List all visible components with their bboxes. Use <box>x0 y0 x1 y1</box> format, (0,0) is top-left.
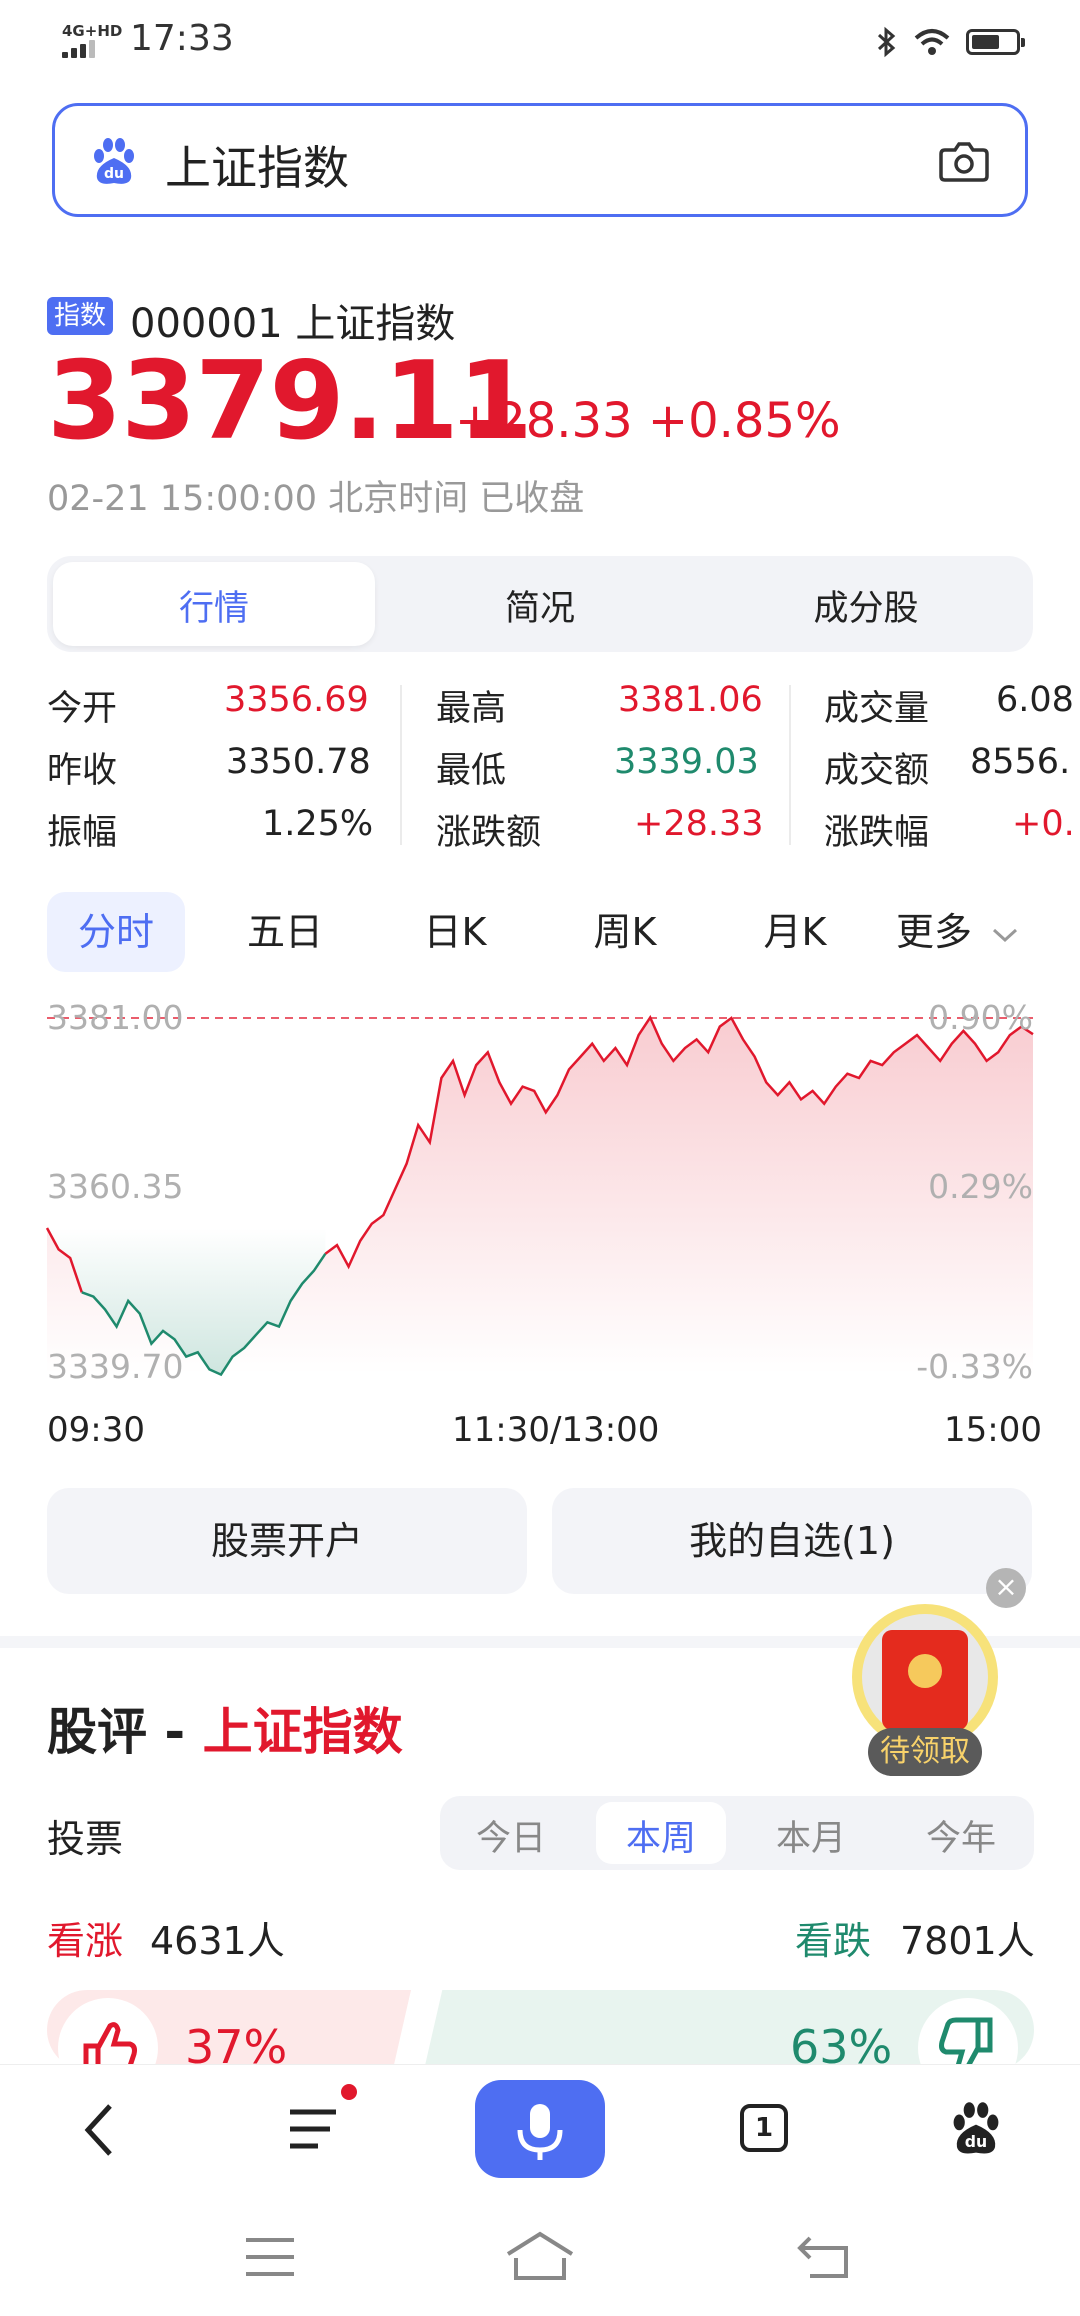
y-label-low: 3339.70 <box>47 1347 184 1386</box>
stat-label: 最高 <box>436 689 507 729</box>
stat-value: 3339.03 <box>614 742 759 782</box>
microphone-icon <box>517 2104 563 2160</box>
x-label-close: 15:00 <box>944 1410 1042 1450</box>
chart-fill <box>47 1017 1033 1375</box>
voice-search-button[interactable] <box>475 2080 605 2178</box>
signal-icon <box>62 38 106 58</box>
stat-label: 今开 <box>47 689 118 729</box>
stat-label: 最低 <box>436 751 507 791</box>
x-label-open: 09:30 <box>47 1410 145 1450</box>
section-title: 股评 - 上证指数 <box>47 1692 403 1764</box>
stat-label: 涨跌额 <box>436 813 542 853</box>
stat-label: 成交额 <box>824 751 930 791</box>
status-bar: 4G+HD 17:33 <box>0 0 1080 80</box>
period-month[interactable]: 本月 <box>746 1810 876 1861</box>
search-bar[interactable]: du 上证指数 <box>52 103 1028 217</box>
tab-quotes[interactable]: 行情 <box>53 580 375 631</box>
period-selector: 今日 本周 本月 今年 <box>440 1796 1034 1870</box>
status-icons <box>876 20 1025 64</box>
bullish-label: 看涨 <box>47 1919 124 1963</box>
stat-value: 3356.69 <box>224 680 369 720</box>
x-label-midday: 11:30/13:00 <box>452 1410 660 1450</box>
close-icon[interactable]: × <box>986 1568 1026 1608</box>
back-icon[interactable] <box>78 2100 122 2160</box>
stat-label: 振幅 <box>47 813 118 853</box>
camera-icon[interactable] <box>939 138 989 184</box>
baidu-paw-icon: du <box>94 138 134 184</box>
divider <box>400 685 402 845</box>
tab-constituents[interactable]: 成分股 <box>705 580 1027 631</box>
tab-profile[interactable]: 简况 <box>379 580 701 631</box>
stat-label: 成交量 <box>824 689 930 729</box>
baidu-home-icon[interactable]: du <box>948 2100 1004 2156</box>
stat-value: 6.08 <box>996 680 1074 720</box>
title-highlight: 上证指数 <box>202 1703 403 1761</box>
index-tag: 指数 <box>47 297 114 335</box>
stat-value: 3350.78 <box>226 742 371 782</box>
chart-tab-weekly[interactable]: 周K <box>556 892 694 972</box>
back-gesture-icon[interactable] <box>796 2232 852 2282</box>
divider <box>789 685 791 845</box>
y-label-mid: 3360.35 <box>47 1167 184 1206</box>
red-packet-label[interactable]: 待领取 <box>868 1728 982 1776</box>
more-label: 更多 <box>896 910 973 954</box>
recent-apps-icon[interactable] <box>244 2236 296 2278</box>
search-query[interactable]: 上证指数 <box>165 132 349 198</box>
chart-tab-monthly[interactable]: 月K <box>726 892 864 972</box>
bearish-count: 7801人 <box>900 1919 1035 1963</box>
chevron-down-icon <box>993 928 1018 942</box>
open-account-button[interactable]: 股票开户 <box>47 1488 527 1594</box>
quote-timestamp: 02-21 15:00:00 北京时间 已收盘 <box>47 479 585 519</box>
watchlist-button[interactable]: 我的自选(1) <box>552 1488 1032 1594</box>
stat-label: 涨跌幅 <box>824 813 930 853</box>
svg-text:du: du <box>965 2132 987 2151</box>
y-pct-low: -0.33% <box>916 1347 1033 1386</box>
stat-label: 昨收 <box>47 751 118 791</box>
menu-icon[interactable] <box>286 2104 340 2154</box>
bullish-count: 4631人 <box>150 1919 285 1963</box>
chart-tab-5day[interactable]: 五日 <box>216 892 354 972</box>
svg-text:du: du <box>104 166 124 182</box>
stat-value: 1.25% <box>262 804 374 844</box>
period-today[interactable]: 今日 <box>446 1810 576 1861</box>
y-pct-high: 0.90% <box>928 998 1033 1037</box>
wifi-icon <box>914 29 950 55</box>
notification-dot <box>341 2084 357 2100</box>
clock: 17:33 <box>130 18 234 59</box>
stock-change: +28.33 +0.85% <box>455 393 841 449</box>
vote-label: 投票 <box>47 1817 124 1861</box>
envelope-seal <box>908 1654 942 1688</box>
chart-tab-daily[interactable]: 日K <box>386 892 524 972</box>
stat-value: +0. <box>1012 804 1075 844</box>
period-week[interactable]: 本周 <box>596 1810 726 1861</box>
title-prefix: 股评 - <box>47 1703 186 1761</box>
y-label-high: 3381.00 <box>47 998 184 1037</box>
home-icon[interactable] <box>504 2228 576 2284</box>
bearish-label: 看跌 <box>795 1919 872 1963</box>
y-pct-mid: 0.29% <box>928 1167 1033 1206</box>
stat-value: +28.33 <box>634 804 764 844</box>
period-year[interactable]: 今年 <box>896 1810 1026 1861</box>
tab-count-icon[interactable]: 1 <box>740 2104 788 2152</box>
stat-value: 3381.06 <box>618 680 763 720</box>
chart-tab-intraday[interactable]: 分时 <box>47 892 185 972</box>
battery-icon <box>966 29 1025 55</box>
stat-value: 8556. <box>970 742 1071 782</box>
info-tabs: 行情 简况 成分股 <box>47 556 1033 652</box>
chart-tab-more[interactable]: 更多 <box>896 892 1042 972</box>
bluetooth-icon <box>877 26 896 58</box>
